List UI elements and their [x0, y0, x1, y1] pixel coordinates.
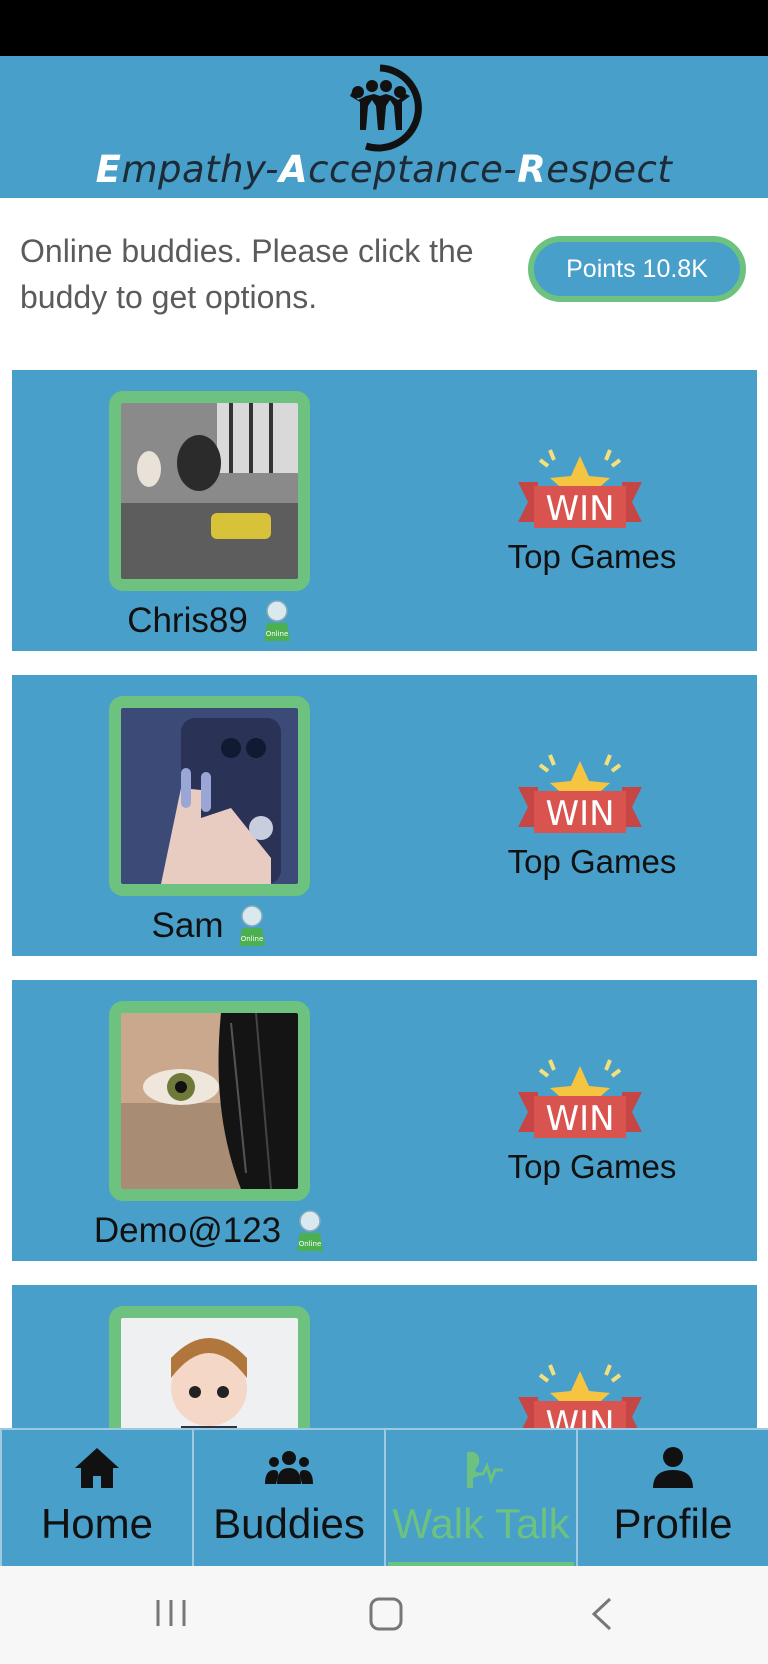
svg-text:WIN: WIN	[545, 489, 614, 529]
buddy-name-row: Chris89 Online	[12, 594, 407, 648]
buddy-card[interactable]: Chris89 Online WIN Top Games	[12, 370, 757, 651]
buddy-avatar[interactable]	[109, 1001, 310, 1201]
nav-label: Walk Talk	[392, 1500, 570, 1547]
points-button[interactable]: Points 10.8K	[528, 236, 746, 302]
buddy-card[interactable]: Demo@123 Online WIN Top Games	[12, 980, 757, 1261]
buddy-name: Chris89	[127, 601, 248, 640]
buddy-avatar[interactable]	[109, 696, 310, 896]
buddy-list: Chris89 Online WIN Top Games Sam Online …	[12, 370, 757, 1428]
online-status-icon: Online	[263, 600, 290, 641]
recent-apps-icon[interactable]	[154, 1596, 188, 1630]
logo-icon	[350, 64, 422, 152]
back-icon[interactable]	[588, 1596, 618, 1632]
svg-text:Online: Online	[241, 935, 264, 943]
buddy-avatar[interactable]	[109, 391, 310, 591]
nav-profile[interactable]: Profile	[576, 1430, 768, 1568]
win-icon[interactable]: WIN	[518, 1357, 642, 1428]
top-games-link[interactable]: Top Games	[442, 843, 742, 881]
brand-title: Empathy-Acceptance-Respect	[95, 148, 673, 191]
buddy-name-row: Demo@123 Online	[12, 1204, 407, 1258]
nav-label: Buddies	[213, 1500, 365, 1547]
buddy-avatar[interactable]	[109, 1306, 310, 1428]
home-button-icon[interactable]	[368, 1596, 404, 1632]
buddy-name: Sam	[151, 906, 224, 945]
status-bar	[0, 0, 768, 56]
buddy-name: Demo@123	[93, 1211, 282, 1250]
svg-text:WIN: WIN	[545, 1099, 614, 1139]
buddy-card[interactable]: WIN	[12, 1285, 757, 1428]
bottom-nav: Home Buddies Walk Talk Profile	[0, 1428, 768, 1568]
nav-label: Profile	[613, 1500, 733, 1547]
nav-walk-talk[interactable]: Walk Talk	[384, 1430, 576, 1568]
svg-text:WIN: WIN	[545, 1404, 614, 1428]
buddy-name-row: Sam Online	[12, 899, 407, 953]
svg-text:Online: Online	[299, 1240, 322, 1248]
online-status-icon: Online	[239, 905, 266, 946]
buddy-card[interactable]: Sam Online WIN Top Games	[12, 675, 757, 956]
top-games-link[interactable]: Top Games	[442, 1148, 742, 1186]
home-icon	[75, 1448, 119, 1488]
top-games-link[interactable]: Top Games	[442, 538, 742, 576]
win-icon[interactable]: WIN	[518, 747, 642, 835]
app-header: Empathy-Acceptance-Respect	[0, 56, 768, 198]
svg-text:WIN: WIN	[545, 794, 614, 834]
profile-icon	[653, 1447, 693, 1488]
win-icon[interactable]: WIN	[518, 442, 642, 530]
walk-talk-icon	[467, 1451, 503, 1488]
svg-text:Online: Online	[266, 630, 289, 638]
nav-label: Home	[40, 1500, 154, 1547]
nav-home[interactable]: Home	[0, 1430, 192, 1568]
nav-buddies[interactable]: Buddies	[192, 1430, 384, 1568]
intro-text: Online buddies. Please click the buddy t…	[20, 233, 474, 315]
win-icon[interactable]: WIN	[518, 1052, 642, 1140]
online-status-icon: Online	[297, 1210, 324, 1251]
group-icon	[265, 1451, 313, 1484]
system-navigation-bar	[0, 1566, 768, 1664]
